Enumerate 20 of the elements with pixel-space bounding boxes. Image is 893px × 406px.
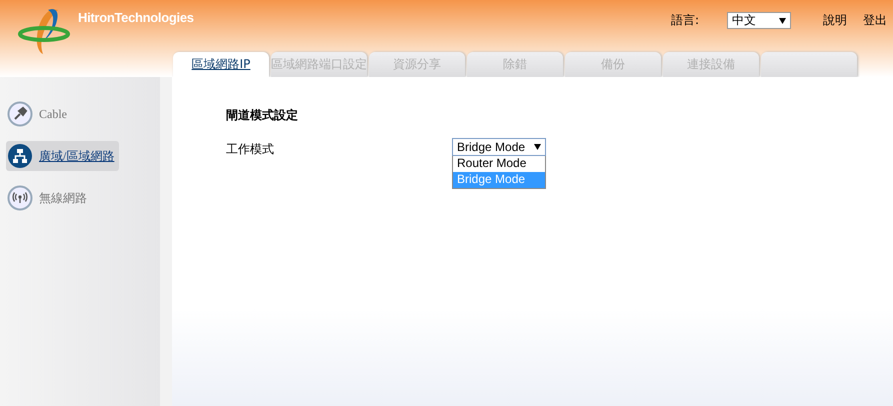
network-icon (7, 143, 33, 169)
sidebar-item[interactable]: Cable (6, 99, 119, 129)
header-link[interactable]: 說明 (823, 12, 847, 29)
dropdown-option[interactable]: Bridge Mode (452, 172, 546, 189)
mode-select[interactable]: Bridge Mode (452, 138, 546, 156)
logo-icon (18, 6, 72, 56)
sidebar-item[interactable]: 廣域/區域網路 (6, 141, 119, 171)
brand-name: HitronTechnologies (78, 10, 194, 25)
header-link[interactable]: 登出 (863, 12, 887, 29)
language-select[interactable]: 中文 (727, 12, 791, 29)
field-label: 工作模式 (226, 142, 274, 156)
tab[interactable]: 區域網路IP (173, 52, 269, 77)
sidebar-item[interactable]: 無線網路 (6, 183, 119, 213)
dropdown-option[interactable]: Router Mode (452, 156, 546, 172)
caret-icon (534, 144, 541, 150)
plug-icon (7, 101, 33, 127)
section-title: 閘道模式設定 (226, 107, 299, 124)
caret-icon (779, 18, 786, 24)
language-label: 語言: (670, 12, 699, 29)
wireless-icon (7, 185, 33, 211)
